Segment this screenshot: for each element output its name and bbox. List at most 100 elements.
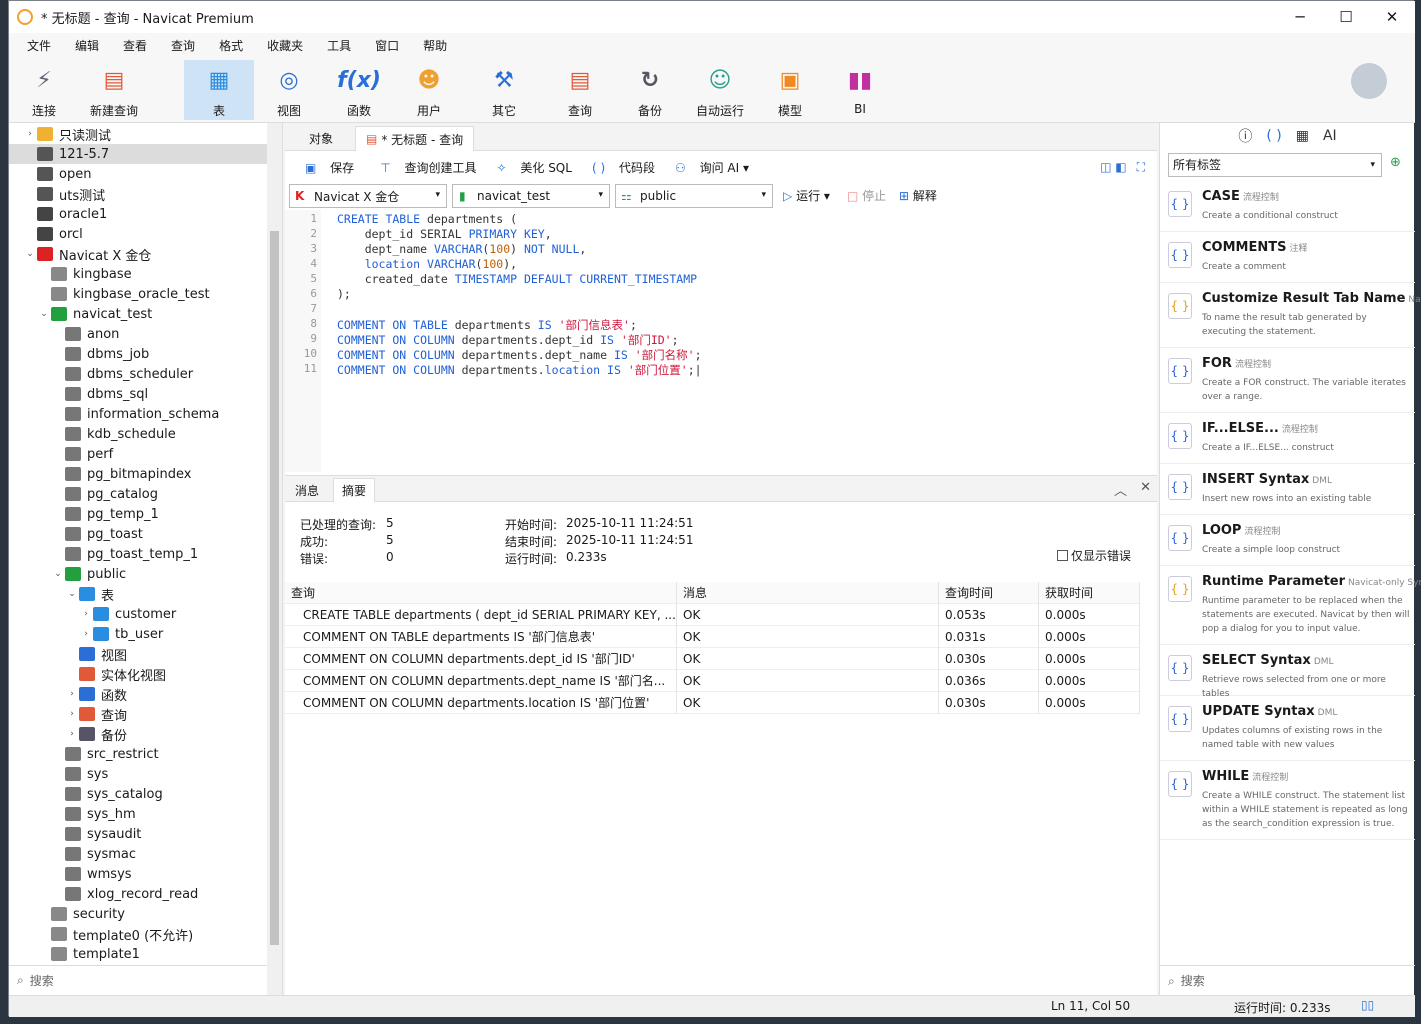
- snippet-search[interactable]: ⌕ 搜索: [1160, 965, 1415, 995]
- tree-node[interactable]: dbms_job: [9, 344, 267, 364]
- collapse-icon[interactable]: ︿: [1114, 480, 1127, 499]
- layout-toggle-icon[interactable]: ◫ ◧: [1100, 160, 1127, 174]
- tree-search[interactable]: ⌕ 搜索: [9, 965, 267, 995]
- snippet-item[interactable]: { } LOOP 流程控制 Create a simple loop construc…: [1160, 515, 1415, 566]
- expand-arrow-icon[interactable]: ⌄: [51, 569, 65, 579]
- maximize-button[interactable]: ☐: [1323, 1, 1369, 33]
- tree-node[interactable]: template1: [9, 944, 267, 964]
- tree-node[interactable]: wmsys: [9, 864, 267, 884]
- close-button[interactable]: ✕: [1369, 1, 1415, 33]
- run-button[interactable]: ▷ 运行 ▾: [783, 187, 830, 204]
- connect-button[interactable]: ⚡ 连接: [9, 60, 79, 120]
- column-header[interactable]: 查询时间: [939, 582, 1039, 604]
- tree-node[interactable]: kdb_schedule: [9, 424, 267, 444]
- backup-button[interactable]: ↻ 备份: [615, 60, 685, 120]
- tree-node[interactable]: › 只读测试: [9, 124, 267, 144]
- column-header[interactable]: 获取时间: [1039, 582, 1140, 604]
- tree-node[interactable]: › 查询: [9, 704, 267, 724]
- scrollbar-thumb[interactable]: [270, 231, 279, 945]
- expand-arrow-icon[interactable]: ⌄: [65, 589, 79, 599]
- expand-arrow-icon[interactable]: ›: [65, 709, 79, 719]
- expand-arrow-icon[interactable]: ›: [79, 609, 93, 619]
- ask-ai-button[interactable]: ⚇ 询问 AI ▾: [665, 159, 749, 176]
- function-button[interactable]: f(x) 函数: [324, 60, 394, 120]
- tree-node[interactable]: › tb_user: [9, 624, 267, 644]
- beautify-sql-button[interactable]: ✧ 美化 SQL: [486, 159, 571, 176]
- sql-editor[interactable]: 1 2 3 4 5 6 7 8 9 10 11 CREATE TABLE departments (…: [285, 210, 1157, 472]
- snippet-item[interactable]: { } FOR 流程控制 Create a FOR construct. The va…: [1160, 348, 1415, 413]
- database-select[interactable]: ▮ navicat_test ▾: [452, 184, 610, 208]
- tree-node[interactable]: information_schema: [9, 404, 267, 424]
- expand-arrow-icon[interactable]: ⌄: [23, 249, 37, 259]
- menu-format[interactable]: 格式: [207, 37, 255, 54]
- tab-objects[interactable]: 对象: [299, 126, 343, 151]
- tree-node[interactable]: oracle1: [9, 204, 267, 224]
- snippet-item[interactable]: { } INSERT Syntax DML Insert new rows into …: [1160, 464, 1415, 515]
- menu-file[interactable]: 文件: [15, 37, 63, 54]
- menu-edit[interactable]: 编辑: [63, 37, 111, 54]
- tree-node[interactable]: perf: [9, 444, 267, 464]
- snippet-item[interactable]: { } COMMENTS 注释 Create a comment: [1160, 232, 1415, 283]
- tree-node[interactable]: pg_temp_1: [9, 504, 267, 524]
- query-button[interactable]: ▤ 查询: [545, 60, 615, 120]
- snippet-item[interactable]: { } UPDATE Syntax DML Updates columns of ex…: [1160, 696, 1415, 761]
- tree-node[interactable]: src_restrict: [9, 744, 267, 764]
- schema-select[interactable]: ⚏ public ▾: [615, 184, 773, 208]
- tree-node[interactable]: pg_toast: [9, 524, 267, 544]
- tree-node[interactable]: kingbase_oracle_test: [9, 284, 267, 304]
- tree-node[interactable]: pg_toast_temp_1: [9, 544, 267, 564]
- explain-button[interactable]: ⊞ 解释: [899, 187, 937, 204]
- menu-favorites[interactable]: 收藏夹: [255, 37, 315, 54]
- menu-view[interactable]: 查看: [111, 37, 159, 54]
- tree-node[interactable]: ⌄ 表: [9, 584, 267, 604]
- tree-node[interactable]: dbms_scheduler: [9, 364, 267, 384]
- table-button[interactable]: ▦ 表: [184, 60, 254, 120]
- tree-node[interactable]: security: [9, 904, 267, 924]
- snippet-icon[interactable]: ( ): [1266, 128, 1281, 144]
- snippet-item[interactable]: { } CASE 流程控制 Create a conditional construc…: [1160, 181, 1415, 232]
- view-button[interactable]: ◎ 视图: [254, 60, 324, 120]
- snippet-item[interactable]: { } Runtime Parameter Navicat-only Synt Run…: [1160, 566, 1421, 645]
- snippet-item[interactable]: { } WHILE 流程控制 Create a WHILE construct. Th…: [1160, 761, 1415, 840]
- tree-node[interactable]: 视图: [9, 644, 267, 664]
- tree-node[interactable]: ⌄ navicat_test: [9, 304, 267, 324]
- column-header[interactable]: 查询: [285, 582, 677, 604]
- tab-message[interactable]: 消息: [287, 478, 327, 502]
- expand-arrow-icon[interactable]: ›: [65, 689, 79, 699]
- new-query-button[interactable]: ▤ 新建查询: [79, 60, 149, 120]
- tree-node[interactable]: › customer: [9, 604, 267, 624]
- column-header[interactable]: 消息: [677, 582, 939, 604]
- layout-icon[interactable]: ▯▯: [1361, 998, 1374, 1012]
- info-icon[interactable]: ⓘ: [1238, 126, 1252, 146]
- tree-node[interactable]: ⌄ public: [9, 564, 267, 584]
- tree-node[interactable]: › 函数: [9, 684, 267, 704]
- table-row[interactable]: COMMENT ON TABLE departments IS '部门信息表' O…: [285, 626, 1140, 648]
- expand-arrow-icon[interactable]: ›: [65, 729, 79, 739]
- tree-node[interactable]: 实体化视图: [9, 664, 267, 684]
- table-row[interactable]: COMMENT ON COLUMN departments.dept_id IS…: [285, 648, 1140, 670]
- menu-query[interactable]: 查询: [159, 37, 207, 54]
- tree-node[interactable]: xlog_record_read: [9, 884, 267, 904]
- tab-summary[interactable]: 摘要: [333, 478, 376, 502]
- table-row[interactable]: COMMENT ON COLUMN departments.dept_name …: [285, 670, 1140, 692]
- connection-select[interactable]: K Navicat X 金仓 ▾: [289, 184, 447, 208]
- tree-node[interactable]: sys_hm: [9, 804, 267, 824]
- tree-node[interactable]: ⌄ Navicat X 金仓: [9, 244, 267, 264]
- tree-node[interactable]: › 备份: [9, 724, 267, 744]
- stop-button[interactable]: □ 停止: [847, 187, 886, 204]
- tree-node[interactable]: sys: [9, 764, 267, 784]
- only-errors-checkbox[interactable]: 仅显示错误: [1057, 547, 1131, 564]
- user-button[interactable]: ☻ 用户: [394, 60, 464, 120]
- tree-scrollbar[interactable]: [267, 123, 282, 995]
- code-snippet-button[interactable]: ( ) 代码段: [582, 159, 655, 176]
- tree-node[interactable]: template0 (不允许): [9, 924, 267, 944]
- fullscreen-icon[interactable]: ⛶: [1137, 160, 1145, 175]
- tab-query[interactable]: ▤ * 无标题 - 查询: [355, 126, 475, 151]
- other-button[interactable]: ⚒ 其它: [469, 60, 539, 120]
- grid-icon[interactable]: ▦: [1296, 128, 1309, 144]
- menu-help[interactable]: 帮助: [411, 37, 459, 54]
- tree-node[interactable]: orcl: [9, 224, 267, 244]
- menu-tools[interactable]: 工具: [315, 37, 363, 54]
- ai-icon[interactable]: AI: [1323, 128, 1337, 144]
- save-button[interactable]: ▣ 保存: [295, 159, 354, 176]
